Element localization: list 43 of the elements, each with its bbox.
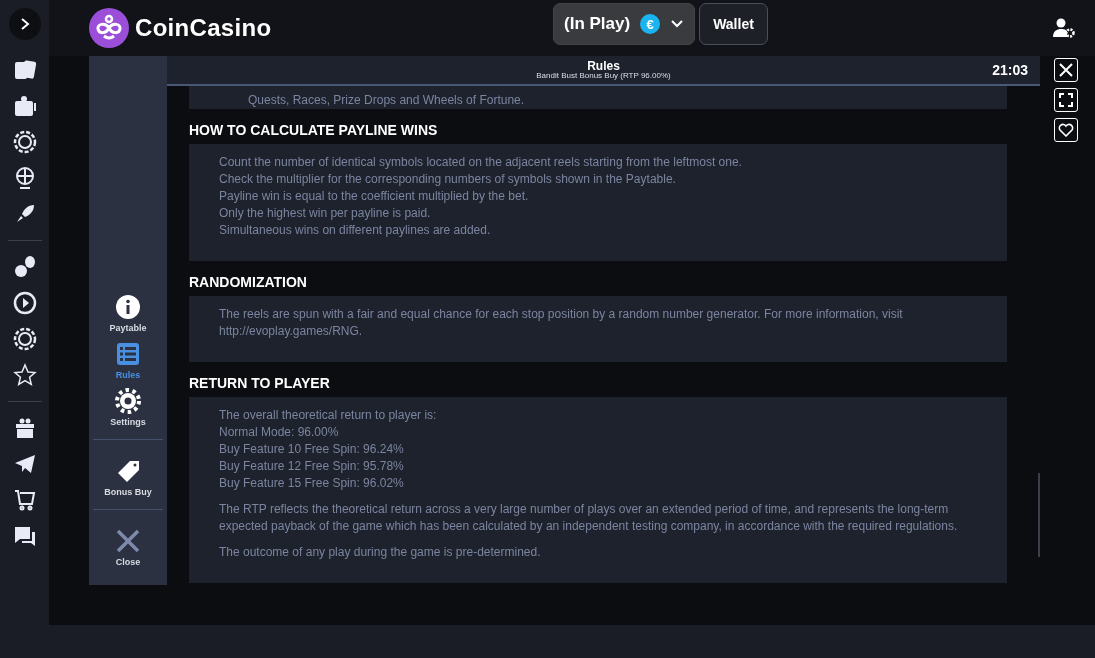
clock: 21:03	[992, 62, 1028, 78]
user-settings-icon[interactable]	[1053, 18, 1075, 38]
close-icon	[1059, 63, 1073, 77]
play-icon[interactable]	[12, 291, 37, 315]
menu-item[interactable]: Rules	[115, 337, 141, 384]
fullscreen-icon	[1059, 93, 1073, 107]
cart-icon[interactable]	[12, 488, 37, 512]
section-heading: RETURN TO PLAYER	[189, 375, 331, 391]
section-text: The outcome of any play during the game is pre-determined.	[219, 544, 542, 561]
game-subtitle: Bandit Bust Bonus Buy (RTP 96.00%)	[536, 72, 671, 80]
star-icon[interactable]	[12, 363, 37, 387]
section-heading: HOW TO CALCULATE PAYLINE WINS	[189, 122, 439, 138]
menu-item[interactable]: Close	[115, 524, 141, 571]
fullscreen-button[interactable]	[1054, 88, 1078, 112]
favorite-button[interactable]	[1054, 118, 1078, 142]
currency-badge: €	[640, 14, 661, 34]
menu-item[interactable]: Bonus Buy	[104, 454, 152, 501]
section-text: Quests, Races, Prize Drops and Wheels of Fortune.	[248, 93, 525, 107]
close-button[interactable]	[1054, 58, 1078, 82]
menu-item[interactable]: Settings	[110, 384, 146, 431]
rules-title: Rules	[587, 60, 620, 72]
section-heading: RANDOMIZATION	[189, 274, 308, 290]
section-text: The reels are spun with a fair and equal chance for each stop position by a random number generator. For more information, visit http://evoplay.games/RNG.	[219, 306, 904, 340]
close-icon	[115, 528, 141, 554]
balance-dropdown[interactable]: (In Play) €	[553, 3, 696, 45]
expand-button[interactable]	[8, 8, 41, 40]
settings-icon	[115, 388, 141, 414]
menu-item[interactable]: Paytable	[109, 290, 147, 337]
section-text: The RTP reflects the theoretical return across a very large number of plays over an extended period of time, and represents the long-term expected payback of the game which has been calculated by an independent testing company, in accordance with the required regulations.	[219, 501, 959, 535]
logo-text: CoinCasino	[135, 14, 272, 42]
logo-icon	[89, 8, 129, 48]
section-text: Count the number of identical symbols located on the adjacent reels starting from the leftmost one. Check the multiplier for the corresponding numbers of symbols shown in the Paytable. Payline win is equal to the coefficient multiplied by the bet. Only the highest win per payline is paid. Simultaneous wins on different paylines are added.	[219, 154, 743, 239]
sports-icon[interactable]	[12, 255, 37, 279]
info-icon	[115, 294, 141, 320]
section-text: The overall theoretical return to player is: Normal Mode: 96.00% Buy Feature 10 Free Spin: 96.24% Buy Feature 12 Free Spin: 95.78% Buy Feature 15 Free Spin: 96.02%	[219, 407, 438, 492]
cards-icon[interactable]	[12, 58, 37, 82]
help-icon[interactable]	[12, 524, 37, 548]
wallet-button[interactable]: Wallet	[699, 3, 768, 45]
chevron-down-icon	[670, 19, 685, 29]
heart-icon	[1058, 123, 1074, 137]
list-icon	[115, 341, 141, 367]
scrollbar-thumb[interactable]	[1038, 473, 1040, 557]
chip-icon[interactable]	[12, 130, 37, 154]
